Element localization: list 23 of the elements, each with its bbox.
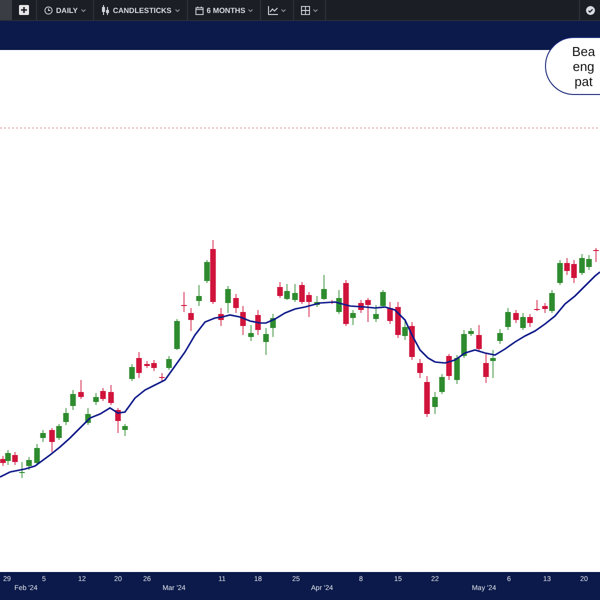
candlestick [85, 408, 91, 426]
candlestick [196, 284, 202, 306]
caret-icon [248, 8, 254, 12]
candlestick [174, 318, 180, 350]
candlestick [78, 380, 84, 400]
grid-icon [301, 6, 310, 14]
candlestick [159, 372, 165, 382]
caret-icon [313, 8, 318, 12]
candlestick [497, 328, 503, 344]
check-circle-icon[interactable] [586, 6, 594, 14]
candlestick [108, 384, 114, 406]
clock-icon [44, 6, 53, 14]
candlestick [534, 300, 540, 312]
caret-icon [281, 8, 286, 12]
annotation-text: Bea eng pat [572, 44, 596, 88]
add-icon [19, 5, 29, 15]
calendar-icon [194, 6, 204, 14]
candlestick [166, 356, 172, 370]
candlestick-icon [100, 5, 110, 15]
caret-icon [174, 8, 180, 12]
candlestick [505, 308, 511, 330]
caret-icon [80, 8, 86, 12]
line-chart-icon [268, 6, 278, 14]
